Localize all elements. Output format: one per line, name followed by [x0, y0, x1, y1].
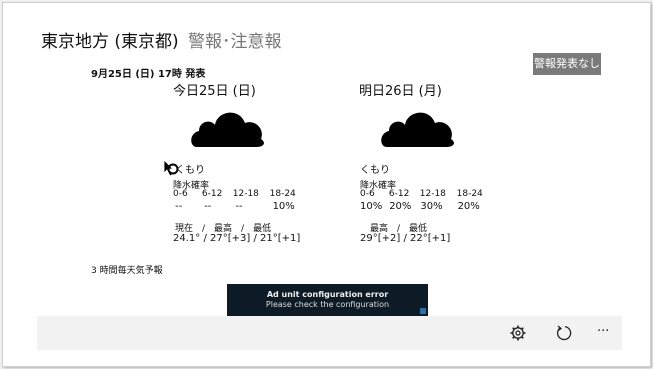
precip-value: 30% — [420, 201, 443, 212]
period-label: 0-6 — [173, 189, 188, 199]
precip-value: -- — [175, 201, 183, 212]
cloud-icon — [381, 112, 454, 147]
period-label: 12-18 — [232, 189, 259, 199]
period-label: 6-12 — [201, 189, 223, 199]
period-label: 0-6 — [360, 189, 375, 199]
today-precip-values: -- -- -- 10% — [175, 201, 303, 212]
issued-time: 9月25日 (日) 17時 発表 — [91, 69, 206, 80]
today-temps: 24.1° / 27°[+3] / 21°[+1] — [173, 233, 301, 244]
precip-value: 10% — [272, 201, 295, 212]
tomorrow-heading: 明日26日 (月) — [359, 84, 442, 99]
period-label: 6-12 — [388, 189, 410, 199]
tomorrow-temps: 29°[+2] / 22°[+1] — [360, 233, 451, 244]
cursor-icon — [163, 159, 179, 177]
precip-value: 20% — [457, 201, 480, 212]
more-icon[interactable]: ··· — [597, 324, 609, 339]
warning-status-button[interactable]: 警報発表なし — [533, 53, 601, 75]
tomorrow-precip-values: 10% 20% 30% 20% — [360, 201, 488, 212]
cloud-icon — [191, 112, 264, 147]
ad-error-message: Please check the configuration — [265, 300, 390, 309]
ad-banner[interactable]: Ad unit configuration error Please check… — [227, 284, 428, 316]
today-heading: 今日25日 (日) — [173, 84, 256, 99]
precip-value: 10% — [360, 201, 383, 212]
precip-value: -- — [235, 201, 243, 212]
tomorrow-periods: 0-6 6-12 12-18 18-24 — [360, 189, 487, 199]
warnings-tab[interactable]: 警報･注意報 — [188, 27, 282, 52]
tomorrow-weather: くもり — [360, 165, 390, 176]
precip-value: -- — [204, 201, 212, 212]
gear-icon[interactable] — [509, 324, 527, 342]
precip-value: 20% — [389, 201, 412, 212]
today-weather: くもり — [175, 165, 205, 176]
app-bar: ··· — [37, 316, 622, 350]
today-periods: 0-6 6-12 12-18 18-24 — [173, 189, 300, 199]
ad-error-title: Ad unit configuration error — [266, 290, 389, 299]
app-window: 東京地方 (東京都) 警報･注意報 警報発表なし 9月25日 (日) 17時 発… — [2, 2, 651, 367]
ad-choices-icon[interactable] — [420, 308, 426, 314]
period-label: 18-24 — [456, 189, 483, 199]
page-title: 東京地方 (東京都) — [41, 32, 179, 52]
period-label: 12-18 — [419, 189, 446, 199]
three-hour-forecast-link[interactable]: 3 時間毎天気予報 — [91, 263, 163, 276]
period-label: 18-24 — [269, 189, 296, 199]
refresh-icon[interactable] — [555, 324, 573, 342]
